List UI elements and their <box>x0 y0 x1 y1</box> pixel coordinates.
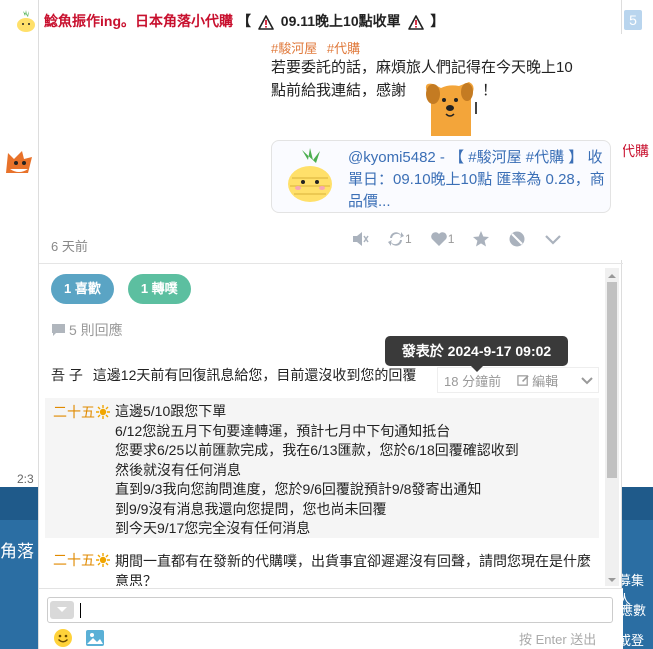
edit-button[interactable]: 編輯 <box>517 371 558 390</box>
response-item: 二十五 期間一直都有在發新的代購噗，出貨事宜卻遲遲沒有回聲，請問您現在是什麼意思… <box>45 550 599 586</box>
background-left-text: 角落 <box>0 542 34 561</box>
post-actions: 1 1 <box>351 230 580 248</box>
response-item: 二十五 這邊5/10跟您下單 6/12您說五月下旬要達轉運，預計七月中下旬通知抵… <box>45 398 599 538</box>
chevron-down-icon <box>545 235 562 245</box>
post-time[interactable]: 6 天前 <box>51 236 88 255</box>
speech-bubble-icon <box>52 324 65 336</box>
response-meta: 18 分鐘前 編輯 <box>437 367 599 393</box>
background-badge: 5 <box>624 10 642 30</box>
scroll-up-arrow-icon[interactable] <box>608 270 616 278</box>
like-button[interactable]: 1 <box>430 230 455 248</box>
star-icon <box>473 231 490 247</box>
quoted-plurk-text: @kyomi5482 - 【 #駿河屋 #代購 】 收單日：09.10晚上10點… <box>348 149 605 210</box>
pineapple-avatar-icon[interactable] <box>14 9 38 33</box>
chevron-down-icon[interactable] <box>580 373 594 387</box>
reply-input[interactable] <box>47 597 613 623</box>
warning-icon <box>407 14 424 30</box>
owner-name[interactable]: 鯰魚振作ing。日本角落小代購 <box>44 11 233 31</box>
edit-icon <box>517 374 529 386</box>
repost-button[interactable]: 1 <box>387 230 412 248</box>
response-text: 這邊5/10跟您下單 6/12您說五月下旬要達轉運，預計七月中下旬通知抵台 您要… <box>115 403 519 536</box>
likes-pill[interactable]: 1 喜歡 <box>51 274 114 304</box>
responses-area[interactable]: 1 喜歡 1 轉噗 5 則回應 吾 子 這邊12天前有回復訊息給您，目前還沒收到… <box>39 264 623 586</box>
scrollbar-thumb[interactable] <box>607 282 617 478</box>
image-upload-icon[interactable] <box>85 628 105 648</box>
qualifier-dropdown-button[interactable] <box>50 601 74 619</box>
plurk-popup: #駿河屋 #代購 若要委託的話，麻煩旅人們記得在今天晚上10 點前給我連結，感謝… <box>38 0 623 649</box>
response-text: 這邊12天前有回復訊息給您，目前還沒收到您的回覆 <box>92 367 417 383</box>
response-text: 期間一直都有在發新的代購噗，出貨事宜卻遲遲沒有回聲，請問您現在是什麼意思？ <box>115 553 591 586</box>
background-time: 2:3 <box>14 472 37 486</box>
response-author[interactable]: 二十五 <box>53 550 114 570</box>
fox-avatar-icon <box>2 143 36 177</box>
more-options-button[interactable] <box>544 230 562 248</box>
block-button[interactable] <box>508 230 526 248</box>
scroll-down-arrow-icon[interactable] <box>608 578 616 586</box>
plurk-post: #駿河屋 #代購 若要委託的話，麻煩旅人們記得在今天晚上10 點前給我連結，感謝… <box>39 34 623 260</box>
response-author[interactable]: 吾 子 <box>51 367 83 383</box>
sun-badge-icon <box>96 405 110 419</box>
repost-count: 1 <box>405 232 412 246</box>
text-caret <box>80 603 81 618</box>
reply-composer: 按 Enter 送出 <box>39 588 623 649</box>
response-author[interactable]: 二十五 <box>53 402 114 422</box>
hashtag-link[interactable]: #代購 <box>327 41 360 56</box>
plurk-title-text: 【 09.11晚上10點收單 】 <box>237 13 445 30</box>
warning-icon <box>258 14 274 30</box>
reaction-pills: 1 喜歡 1 轉噗 <box>51 274 191 304</box>
timestamp-tooltip: 發表於 2024-9-17 09:02 <box>385 336 568 372</box>
like-count: 1 <box>447 232 455 246</box>
send-hint: 按 Enter 送出 <box>519 632 597 647</box>
responses-scrollbar[interactable] <box>605 268 619 586</box>
background-red-label: 代購 <box>621 143 649 159</box>
bookmark-button[interactable] <box>472 230 490 248</box>
pineapple-avatar-icon <box>288 148 332 202</box>
plurk-title: 鯰魚振作ing。日本角落小代購 【 09.11晚上10點收單 】 <box>14 8 444 34</box>
emoticon-icon[interactable] <box>53 628 73 648</box>
heart-icon <box>430 232 447 246</box>
reply-count: 5 則回應 <box>51 320 123 340</box>
dog-emoticon-icon <box>425 82 477 136</box>
hashtag-link[interactable]: #駿河屋 <box>271 41 317 56</box>
background-right-text-2: 應數 <box>620 603 647 618</box>
background-right-text-3: 或登入 <box>618 633 645 648</box>
block-icon <box>509 231 525 247</box>
post-line: 若要委託的話，麻煩旅人們記得在今天晚上10 <box>271 59 573 76</box>
sun-badge-icon <box>96 553 110 567</box>
mute-icon <box>353 232 369 246</box>
quoted-plurk-card[interactable]: @kyomi5482 - 【 #駿河屋 #代購 】 收單日：09.10晚上10點… <box>271 140 611 213</box>
mute-button[interactable] <box>351 230 369 248</box>
post-hashtags: #駿河屋 #代購 <box>271 38 366 57</box>
reposts-pill[interactable]: 1 轉噗 <box>127 274 191 304</box>
repost-icon <box>388 232 404 246</box>
